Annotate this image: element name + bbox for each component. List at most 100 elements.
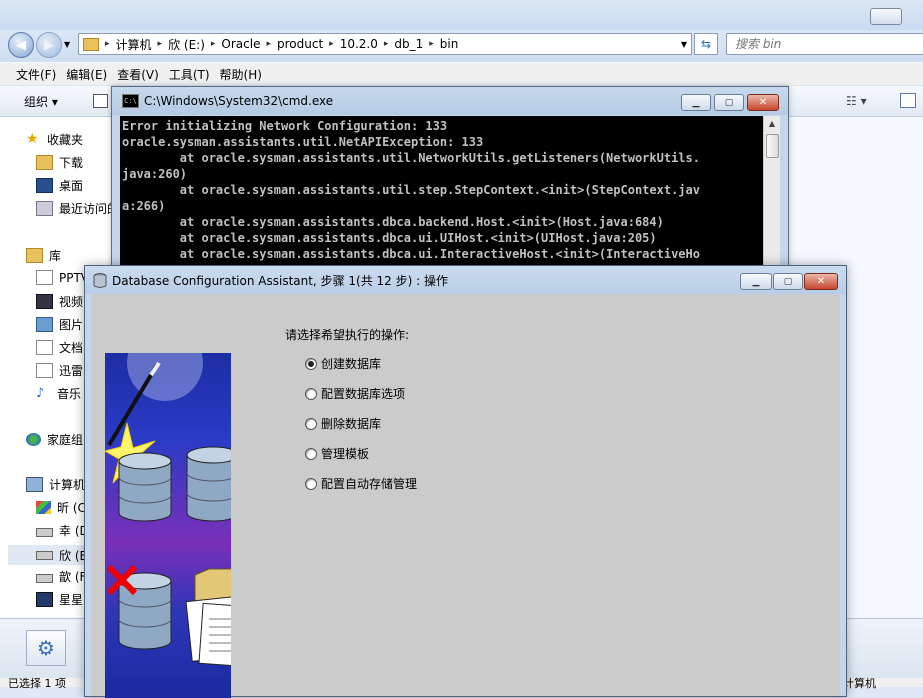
dbca-titlebar[interactable]: Database Configuration Assistant, 步骤 1(共… — [85, 266, 846, 294]
homegroup-icon — [26, 433, 41, 446]
radio-icon[interactable] — [305, 447, 317, 460]
scrollbar-thumb[interactable] — [766, 134, 779, 158]
radio-selected-icon[interactable] — [305, 357, 317, 370]
chevron-right-icon: ▸ — [266, 39, 271, 49]
option-configure-database-options[interactable]: 配置数据库选项 — [305, 385, 405, 402]
desktop-icon — [36, 178, 53, 193]
breadcrumb-oracle[interactable]: Oracle — [221, 37, 260, 51]
operation-prompt: 请选择希望执行的操作: — [285, 328, 410, 342]
xunlei-icon — [36, 363, 53, 378]
sidebar-item-library[interactable]: 库 — [26, 247, 61, 264]
sidebar-item-desktop[interactable]: 桌面 — [36, 177, 83, 194]
breadcrumb-computer[interactable]: 计算机 — [116, 36, 152, 53]
sidebar-item-pictures[interactable]: 图片 — [36, 316, 83, 333]
library-icon — [26, 248, 43, 263]
database-cylinder-1 — [118, 452, 172, 522]
sidebar-item-music[interactable]: ♪ 音乐 — [36, 385, 81, 402]
radio-icon[interactable] — [305, 477, 317, 490]
explorer-titlebar — [0, 0, 923, 30]
downloads-folder-icon — [36, 155, 53, 170]
search-box[interactable] — [726, 33, 923, 55]
recent-places-icon — [36, 201, 53, 216]
option-configure-asm[interactable]: 配置自动存储管理 — [305, 475, 417, 492]
system-properties-icon[interactable] — [93, 94, 108, 108]
removable-drive-icon — [36, 592, 53, 607]
breadcrumb-product[interactable]: product — [277, 37, 323, 51]
sidebar-item-computer[interactable]: 计算机 — [26, 476, 85, 493]
explorer-minimize-button[interactable] — [870, 8, 902, 25]
option-create-database[interactable]: 创建数据库 — [305, 355, 381, 372]
view-options-icon[interactable]: ☷ ▾ — [846, 94, 867, 108]
dbca-illustration-art — [105, 353, 231, 668]
option-manage-templates[interactable]: 管理模板 — [305, 445, 369, 462]
sidebar-item-pptv[interactable]: PPTV — [36, 270, 89, 285]
radio-icon[interactable] — [305, 387, 317, 400]
organize-button[interactable]: 组织 ▾ — [24, 93, 58, 110]
breadcrumb-bin[interactable]: bin — [440, 37, 459, 51]
maximize-icon: ▢ — [783, 276, 793, 287]
sidebar-item-video[interactable]: 视频 — [36, 293, 83, 310]
chevron-right-icon: ▸ — [329, 39, 334, 49]
dbca-maximize-button[interactable]: ▢ — [773, 273, 803, 290]
minimize-icon: ▁ — [692, 97, 700, 108]
dbca-title: Database Configuration Assistant, 步骤 1(共… — [112, 273, 448, 288]
refresh-button[interactable]: ⇆ — [694, 33, 718, 55]
close-icon: ✕ — [816, 276, 826, 287]
sidebar-item-drive-d[interactable]: 幸 (D — [36, 522, 89, 539]
cmd-minimize-button[interactable]: ▁ — [681, 94, 711, 111]
back-arrow-icon: ◀ — [16, 37, 26, 53]
menu-file[interactable]: 文件(F) — [16, 66, 56, 83]
chevron-right-icon: ▸ — [105, 39, 110, 49]
chevron-right-icon: ▸ — [383, 39, 389, 49]
chevron-right-icon: ▸ — [210, 39, 216, 49]
scroll-up-icon[interactable]: ▲ — [764, 116, 780, 132]
computer-icon — [26, 477, 43, 492]
drive-icon — [36, 550, 53, 560]
radio-icon[interactable] — [305, 417, 317, 430]
sidebar-item-downloads[interactable]: 下载 — [36, 154, 83, 171]
status-location: 计算机 — [843, 677, 876, 690]
cmd-close-button[interactable]: ✕ — [747, 94, 779, 111]
sidebar-item-favorites[interactable]: ★ 收藏夹 — [26, 131, 83, 148]
preview-pane-icon[interactable] — [900, 93, 916, 108]
drive-icon — [36, 528, 53, 537]
cmd-vertical-scrollbar[interactable]: ▲ — [763, 116, 780, 276]
console-output[interactable]: Error initializing Network Configuration… — [120, 116, 763, 276]
menu-edit[interactable]: 编辑(E) — [66, 66, 107, 83]
menu-help[interactable]: 帮助(H) — [220, 66, 262, 83]
dbca-window: Database Configuration Assistant, 步骤 1(共… — [84, 265, 847, 698]
menu-view[interactable]: 查看(V) — [117, 66, 159, 83]
chevron-right-icon: ▸ — [429, 39, 434, 49]
cmd-title: C:\Windows\System32\cmd.exe — [144, 94, 334, 108]
menu-tools[interactable]: 工具(T) — [169, 66, 210, 83]
dbca-minimize-button[interactable]: ▁ — [740, 273, 772, 290]
dbca-close-button[interactable]: ✕ — [804, 273, 838, 290]
pptv-icon — [36, 270, 53, 285]
console-text: Error initializing Network Configuration… — [122, 119, 700, 261]
sidebar-item-xunlei[interactable]: 迅雷 — [36, 362, 83, 379]
history-dropdown-icon[interactable]: ▼ — [64, 40, 70, 49]
windows-drive-icon — [36, 501, 51, 514]
breadcrumb-version[interactable]: 10.2.0 — [340, 37, 378, 51]
breadcrumb-drive-e[interactable]: 欣 (E:) — [168, 36, 205, 53]
sidebar-item-documents[interactable]: 文档 — [36, 339, 83, 356]
back-button[interactable]: ◀ — [8, 32, 34, 58]
dbca-illustration — [105, 353, 231, 698]
sidebar-item-recent[interactable]: 最近访问的 — [36, 200, 119, 217]
option-delete-database[interactable]: 删除数据库 — [305, 415, 381, 432]
search-input[interactable] — [733, 34, 907, 54]
console-icon: C:\ — [122, 94, 139, 108]
drive-icon — [36, 574, 53, 583]
documents-icon — [36, 340, 53, 355]
address-bar[interactable]: ▸ 计算机 ▸ 欣 (E:) ▸ Oracle ▸ product ▸ 10.2… — [78, 33, 692, 55]
cmd-maximize-button[interactable]: ▢ — [714, 94, 744, 111]
sidebar-item-drive-c[interactable]: 昕 (C — [36, 499, 86, 516]
pictures-icon — [36, 317, 53, 332]
star-icon: ★ — [26, 131, 39, 147]
sidebar-item-drive-x[interactable]: 星星 — [36, 591, 83, 608]
sidebar-item-drive-f[interactable]: 歆 (F — [36, 568, 86, 585]
sidebar-item-homegroup[interactable]: 家庭组 — [26, 431, 83, 448]
breadcrumb-db1[interactable]: db_1 — [394, 37, 423, 51]
address-dropdown-icon[interactable]: ▼ — [681, 40, 687, 49]
forward-button[interactable]: ▶ — [36, 32, 62, 58]
